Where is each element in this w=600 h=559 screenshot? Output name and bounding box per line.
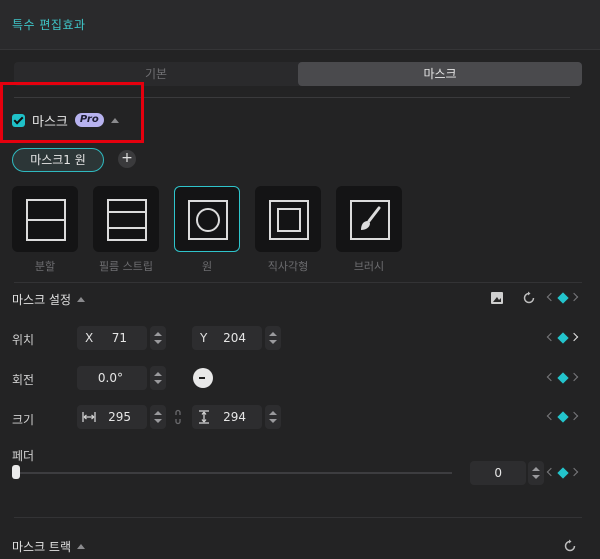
next-keyframe-icon[interactable] — [569, 411, 579, 421]
mask-tracking-title: 마스크 트랙 — [12, 540, 72, 554]
shape-split-button[interactable] — [12, 186, 78, 252]
next-keyframe-icon[interactable] — [569, 332, 579, 342]
add-mask-button[interactable]: + — [118, 150, 136, 168]
y-prefix: Y — [200, 331, 208, 345]
size-width-field[interactable]: 295 — [77, 405, 147, 429]
panel-title: 특수 편집효과 — [12, 18, 86, 32]
circle-icon — [188, 200, 228, 240]
mask-tracking-caret-icon[interactable] — [77, 544, 86, 549]
position-x-value: 71 — [111, 331, 127, 345]
position-y-value: 204 — [223, 331, 246, 345]
rotation-knob[interactable] — [193, 368, 213, 388]
size-width-stepper[interactable] — [150, 405, 166, 429]
shape-label-brush: 브러시 — [353, 260, 385, 273]
size-height-stepper[interactable] — [265, 405, 281, 429]
mask-effects-panel: 특수 편집효과 기본 마스크 마스크 Pro 마스크1 원 + 분할 필름 스트 — [0, 0, 600, 559]
feather-label: 페더 — [12, 449, 35, 463]
highlight-annotation-box — [0, 82, 144, 143]
prev-keyframe-icon[interactable] — [546, 332, 556, 342]
position-y-stepper[interactable] — [265, 326, 281, 350]
mask-tracking-header: 마스크 트랙 — [12, 538, 86, 555]
rotation-stepper[interactable] — [150, 366, 166, 390]
shape-circle-button[interactable] — [174, 186, 240, 252]
size-height-value: 294 — [223, 410, 246, 424]
width-icon — [82, 412, 96, 422]
panel-header: 특수 편집효과 — [0, 0, 600, 50]
rotation-value: 0.0° — [97, 371, 123, 385]
position-x-stepper[interactable] — [150, 326, 166, 350]
mask-chip[interactable]: 마스크1 원 — [12, 148, 104, 172]
feather-slider-thumb[interactable] — [12, 465, 20, 479]
shape-label-circle: 원 — [201, 260, 213, 273]
split-icon — [26, 199, 66, 241]
reset-icon[interactable] — [522, 291, 536, 305]
rectangle-icon — [269, 200, 309, 240]
mask-settings-title: 마스크 설정 — [12, 293, 72, 307]
position-label: 위치 — [12, 333, 35, 347]
feather-stepper[interactable] — [528, 461, 544, 485]
keyframe-nav-settings[interactable] — [546, 292, 580, 305]
keyframe-nav-size[interactable] — [546, 411, 580, 424]
next-keyframe-icon[interactable] — [569, 292, 579, 302]
mask-settings-header: 마스크 설정 — [12, 291, 86, 308]
film-strip-icon — [107, 199, 147, 241]
link-aspect-icon[interactable] — [173, 409, 183, 425]
position-y-field[interactable]: Y 204 — [192, 326, 262, 350]
keyframe-nav-position[interactable] — [546, 332, 580, 345]
fit-image-icon[interactable] — [490, 291, 504, 305]
keyframe-diamond-icon[interactable] — [557, 411, 569, 423]
prev-keyframe-icon[interactable] — [546, 411, 556, 421]
feather-field[interactable]: 0 — [470, 461, 526, 485]
keyframe-diamond-icon[interactable] — [557, 467, 569, 479]
prev-keyframe-icon[interactable] — [546, 467, 556, 477]
tracking-reset-icon[interactable] — [563, 539, 577, 553]
shape-brush-button[interactable] — [336, 186, 402, 252]
prev-keyframe-icon[interactable] — [546, 292, 556, 302]
keyframe-diamond-icon[interactable] — [557, 332, 569, 344]
x-prefix: X — [85, 331, 94, 345]
feather-value: 0 — [494, 466, 502, 480]
rotation-label: 회전 — [12, 373, 35, 387]
keyframe-diamond-icon[interactable] — [557, 292, 569, 304]
next-keyframe-icon[interactable] — [569, 467, 579, 477]
tab-mask[interactable]: 마스크 — [298, 62, 582, 86]
size-width-value: 295 — [108, 410, 131, 424]
shape-rectangle-button[interactable] — [255, 186, 321, 252]
height-icon — [199, 410, 209, 424]
section-divider — [14, 282, 582, 283]
feather-slider-track[interactable] — [14, 472, 452, 474]
next-keyframe-icon[interactable] — [569, 372, 579, 382]
shape-label-film-strip: 필름 스트립 — [98, 260, 154, 273]
shape-label-rectangle: 직사각형 — [267, 260, 309, 273]
prev-keyframe-icon[interactable] — [546, 372, 556, 382]
keyframe-nav-feather[interactable] — [546, 467, 580, 480]
keyframe-nav-rotation[interactable] — [546, 372, 580, 385]
position-x-field[interactable]: X 71 — [77, 326, 147, 350]
mask-shape-list: 분할 필름 스트립 원 직사각형 브러시 — [12, 186, 412, 273]
section-divider — [14, 517, 582, 518]
size-label: 크기 — [12, 413, 35, 427]
brush-icon — [350, 200, 390, 240]
mask-settings-caret-icon[interactable] — [77, 297, 86, 302]
shape-film-strip-button[interactable] — [93, 186, 159, 252]
keyframe-diamond-icon[interactable] — [557, 372, 569, 384]
size-height-field[interactable]: 294 — [192, 405, 262, 429]
shape-label-split: 분할 — [34, 260, 56, 273]
rotation-field[interactable]: 0.0° — [77, 366, 147, 390]
